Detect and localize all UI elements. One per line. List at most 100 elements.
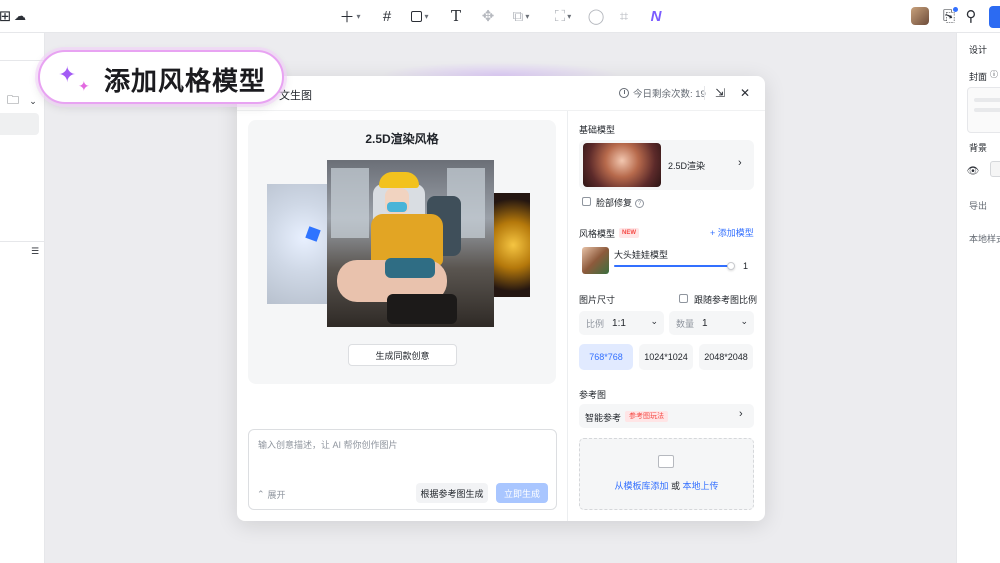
base-model-name: 2.5D渲染 — [668, 161, 706, 171]
style-weight-value: 1 — [743, 261, 749, 271]
divider — [567, 111, 568, 521]
background-label: 背景 — [969, 143, 988, 153]
slider-handle[interactable] — [727, 262, 736, 270]
expand-label: 展开 — [267, 490, 286, 500]
divider — [704, 86, 705, 100]
text-to-image-dialog: 文生图 今日剩余次数: 19 ⇲ ✕ 2.5D渲染风格 生成同款创意 输入创意描… — [237, 76, 765, 521]
preview-thumbnail-right — [488, 193, 530, 297]
chevron-up-icon: ⌃ — [257, 489, 265, 499]
eye-icon[interactable]: 👁 — [967, 161, 980, 181]
size-option-768[interactable]: 768*768 — [579, 344, 633, 370]
size-option-1024[interactable]: 1024*1024 — [639, 344, 693, 370]
component-icon[interactable]: ✥ — [479, 6, 497, 26]
cover-bar — [974, 108, 1000, 112]
remaining-label: 今日剩余次数: 19 — [633, 89, 706, 100]
base-model-selector[interactable]: 2.5D渲染 › — [579, 140, 754, 190]
generate-now-button[interactable]: 立即生成 — [496, 483, 548, 503]
style-model-label: 风格模型 — [579, 229, 616, 239]
divider — [237, 110, 765, 111]
preview-main-image — [327, 160, 494, 327]
upload-text: 从模板库添加 或 本地上传 — [580, 479, 753, 492]
count-select[interactable]: 数量 1 ⌄ — [669, 311, 754, 335]
background-color-swatch[interactable] — [990, 161, 1000, 177]
mask-icon[interactable]: ⛶ ▾ — [548, 6, 578, 26]
window-shape — [331, 168, 369, 238]
shape-icon[interactable]: ▾ — [406, 6, 434, 26]
remaining-count: 今日剩余次数: 19 — [619, 86, 706, 100]
prompt-input-box[interactable]: 输入创意描述，让 AI 帮你创作图片 ⌃ 展开 根据参考图生成 立即生成 — [248, 429, 557, 510]
upload-or: 或 — [670, 481, 680, 491]
cloud-icon[interactable]: ☁ — [12, 6, 28, 26]
group-icon[interactable]: ⧉ ▾ — [506, 6, 536, 26]
smart-reference-selector[interactable]: 智能参考 参考图玩法 › — [579, 404, 754, 428]
reference-label: 参考图 — [579, 390, 607, 400]
follow-ref-label: 跟随参考图比例 — [694, 295, 758, 305]
size-option-2048[interactable]: 2048*2048 — [699, 344, 753, 370]
expand-button[interactable]: ⌃ 展开 — [257, 488, 286, 501]
clock-icon — [619, 88, 629, 98]
face-fix-label: 脸部修复 — [596, 198, 633, 208]
divider — [0, 60, 45, 61]
ratio-select[interactable]: 比例 1:1 ⌄ — [579, 311, 664, 335]
ref-play-badge: 参考图玩法 — [625, 411, 668, 422]
add-icon[interactable]: ＋ ▾ — [337, 6, 363, 26]
crop-icon[interactable]: ⌗ — [614, 6, 634, 26]
cube-shape — [305, 226, 321, 242]
hat-shape — [379, 172, 419, 188]
prompt-placeholder[interactable]: 输入创意描述，让 AI 帮你创作图片 — [258, 438, 398, 451]
face-fix-checkbox[interactable] — [582, 197, 591, 206]
new-badge: NEW — [619, 228, 639, 238]
design-label[interactable]: 设计 — [969, 43, 987, 56]
export-label[interactable]: 导出 — [969, 199, 987, 212]
sparkle-icon: ✦ — [58, 62, 77, 87]
image-add-icon — [658, 455, 674, 468]
chevron-down-icon: ⌄ — [740, 316, 748, 326]
cover-bar — [974, 98, 1000, 102]
style-preview-card: 2.5D渲染风格 生成同款创意 — [248, 120, 556, 384]
slider-fill — [614, 265, 732, 267]
add-model-button[interactable]: + 添加模型 — [710, 226, 754, 239]
help-icon[interactable]: ? — [635, 199, 645, 209]
cover-label: 封面 — [969, 72, 988, 82]
ratio-value: 1:1 — [612, 317, 626, 329]
left-panel: 🗀 ⌄ ☰ — [0, 33, 45, 563]
minimize-icon[interactable]: ⇲ — [712, 85, 728, 101]
chevron-down-icon[interactable]: ⌄ — [27, 91, 39, 111]
annotation-text: 添加风格模型 — [104, 66, 267, 96]
generate-from-reference-button[interactable]: 根据参考图生成 — [416, 483, 488, 503]
cover-preview[interactable] — [967, 87, 1000, 133]
local-style-label: 本地样式 — [969, 234, 1000, 244]
local-upload-link[interactable]: 本地上传 — [683, 481, 719, 491]
layer-item-selected[interactable] — [0, 113, 39, 135]
preview-title: 2.5D渲染风格 — [365, 132, 439, 146]
sparkle-icon: ✦ — [78, 78, 90, 94]
style-model-thumbnail — [582, 247, 609, 274]
dialog-title: 文生图 — [279, 90, 312, 102]
hint-icon[interactable]: ⚲ — [962, 6, 980, 26]
folder-icon[interactable]: 🗀 — [6, 91, 20, 111]
text-icon[interactable]: T — [447, 6, 465, 26]
frame-icon[interactable]: # — [377, 6, 397, 26]
chevron-right-icon: › — [739, 408, 743, 420]
base-model-thumbnail — [583, 143, 661, 187]
left-menu-icon[interactable]: ⊞ — [0, 6, 11, 26]
avatar[interactable] — [911, 7, 929, 25]
reference-upload-area[interactable]: 从模板库添加 或 本地上传 — [579, 438, 754, 510]
base-model-label: 基础模型 — [579, 125, 616, 135]
sort-icon[interactable]: ☰ — [28, 241, 42, 261]
share-button[interactable] — [989, 6, 1000, 28]
mask-shape — [387, 202, 407, 212]
close-icon[interactable]: ✕ — [737, 85, 753, 101]
style-weight-slider[interactable] — [614, 262, 736, 270]
add-from-template-link[interactable]: 从模板库添加 — [614, 481, 668, 491]
circle-icon[interactable]: ◯ — [586, 6, 606, 26]
ratio-key: 比例 — [586, 318, 605, 329]
follow-ref-checkbox[interactable] — [679, 294, 688, 303]
generate-same-button[interactable]: 生成同款创意 — [348, 344, 457, 366]
ai-icon[interactable]: N — [646, 6, 666, 26]
top-toolbar: ＋ ▾ # ▾ T ✥ ⧉ ▾ ⛶ ▾ ◯ ⌗ N ⊞ ☁ ⎘ ⚲ — [0, 0, 1000, 33]
preview-thumbnail-left — [267, 184, 329, 304]
image-size-label: 图片尺寸 — [579, 295, 616, 305]
chevron-down-icon: ⌄ — [650, 316, 658, 326]
info-icon: ⓘ — [990, 69, 998, 79]
